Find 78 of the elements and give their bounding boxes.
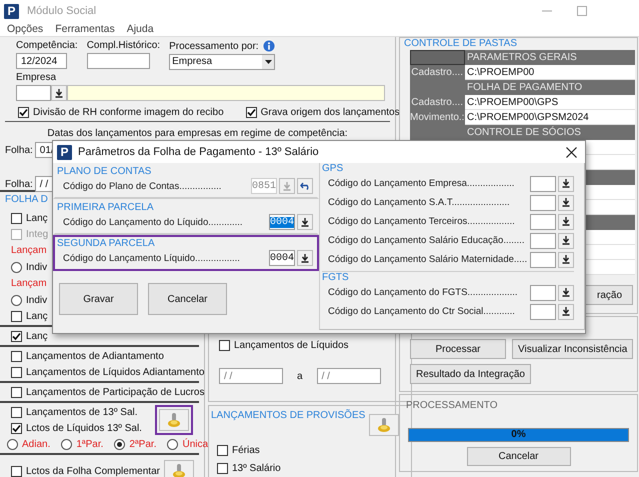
radio-button[interactable]: Indiv: [11, 292, 48, 308]
field-label: Código do Lançamento Salário Maternidade.....: [328, 254, 528, 265]
group-caption: Lançam: [11, 244, 48, 258]
field-label: Código do Plano de Contas................: [63, 180, 222, 192]
cancel-button[interactable]: Cancelar: [466, 447, 570, 466]
path-cell[interactable]: C:\PROEMP00\GPS: [465, 95, 635, 110]
field-label: Folha:: [5, 178, 33, 190]
field-label: Empresa: [16, 72, 56, 83]
action-button[interactable]: Visualizar Inconsistência: [512, 339, 634, 360]
checkbox[interactable]: Divisão de RH conforme imagem do recibo: [18, 104, 224, 120]
checkbox[interactable]: Lançamentos de 13º Sal.: [11, 404, 142, 420]
date-field[interactable]: / /: [219, 368, 283, 384]
checkbox[interactable]: Lançamentos de Líquidos: [219, 337, 402, 353]
checkbox[interactable]: Férias: [217, 442, 404, 458]
section-title: SEGUNDA PARCELA: [57, 238, 156, 249]
checkbox[interactable]: Grava origem dos lançamentos: [246, 104, 400, 120]
section-title: FGTS: [322, 272, 350, 283]
window-title: Módulo Social: [27, 5, 96, 17]
section-row: FOLHA DE PAGAMENTO: [465, 80, 635, 95]
checkbox[interactable]: 13º Salário: [217, 460, 404, 476]
field-label: Competência:: [16, 40, 78, 51]
section-row: CONTROLE DE SÓCIOS: [465, 125, 635, 140]
action-button[interactable]: Processar: [410, 339, 506, 360]
dropdown[interactable]: Empresa: [169, 54, 276, 70]
field-label: Código do Lançamento Terceiros..................: [328, 216, 516, 227]
dialog-button[interactable]: Cancelar: [148, 283, 227, 315]
radio-button[interactable]: Adian.: [7, 436, 50, 452]
section-caption: Datas dos lançamentos para empresas em regime de competência:: [46, 128, 349, 141]
field-label: Código do Lançamento Líquido.................: [63, 252, 241, 264]
field-label: Código do Lançamento do FGTS...................: [328, 287, 519, 298]
range-separator: a: [297, 370, 303, 382]
date-field[interactable]: / /: [316, 368, 381, 384]
field-label: Código do Lançamento Empresa..................: [328, 178, 516, 189]
checkbox[interactable]: Lanç: [11, 308, 48, 324]
panel-title: FOLHA D: [5, 194, 48, 207]
progress-text: 0%: [511, 429, 526, 441]
panel-title: CONTROLE DE PASTAS: [404, 38, 518, 50]
code-field[interactable]: 0004: [269, 214, 295, 230]
menu-item[interactable]: Opções: [7, 23, 44, 35]
checkbox[interactable]: Lançamentos de Adiantamento: [11, 348, 204, 364]
app-logo: P: [4, 4, 19, 18]
checkbox[interactable]: Lanç: [11, 210, 48, 226]
field-label: Código do Lançamento Salário Educação........: [328, 235, 526, 246]
menu-item[interactable]: Ferramentas: [55, 23, 115, 35]
path-cell[interactable]: C:\PROEMP00\GPSM2024: [465, 110, 635, 125]
radio-button[interactable]: 1ªPar.: [61, 436, 104, 452]
input-field[interactable]: 12/2024: [16, 53, 67, 69]
section-row: PARAMETROS GERAIS: [465, 50, 635, 65]
field-label: Código do Lançamento S.A.T......................: [328, 197, 511, 208]
menu-item[interactable]: Ajuda: [126, 23, 154, 35]
field-label: Processamento por:: [169, 40, 259, 52]
radio-button[interactable]: Única: [167, 436, 208, 452]
dialog-button[interactable]: Gravar: [59, 283, 138, 315]
checkbox[interactable]: Lctos de Líquidos 13º Sal.: [11, 420, 142, 436]
panel-title: LANÇAMENTOS DE PROVISÕES: [211, 410, 366, 421]
section-title: PLANO DE CONTAS: [57, 166, 152, 177]
checkbox[interactable]: Lanç: [11, 328, 48, 344]
row-label: Cadastro....: [410, 95, 465, 110]
row-label: Movimento.:: [410, 110, 465, 125]
dialog-title: Parâmetros da Folha de Pagamento - 13º Salário: [78, 146, 319, 158]
checkbox[interactable]: Lançamentos de Líquidos Adiantamento: [11, 364, 204, 380]
section-title: GPS: [322, 163, 344, 174]
checkbox[interactable]: Lançamentos de Participação de Lucros: [11, 384, 204, 400]
path-cell[interactable]: C:\PROEMP00: [465, 65, 635, 80]
checkbox[interactable]: Lctos da Folha Complementar: [11, 463, 160, 477]
panel-title: PROCESSAMENTO: [406, 400, 498, 411]
radio-button[interactable]: 2ªPar.: [114, 436, 156, 452]
field-label: Código do Lançamento do Ctr Social............: [328, 306, 516, 317]
field-label: Compl.Histórico:: [86, 40, 160, 51]
app-logo: P: [57, 144, 72, 160]
field-label: Código do Lançamento do Líquido.............: [63, 216, 244, 228]
radio-button[interactable]: Indiv: [11, 259, 48, 275]
code-field[interactable]: 0004: [269, 250, 295, 266]
section-title: PRIMEIRA PARCELA: [57, 202, 155, 213]
group-caption: Lançam: [11, 277, 48, 291]
row-label: Cadastro....: [410, 65, 465, 80]
field-label: Folha:: [5, 144, 33, 156]
action-button[interactable]: Resultado da Integração: [410, 364, 531, 384]
